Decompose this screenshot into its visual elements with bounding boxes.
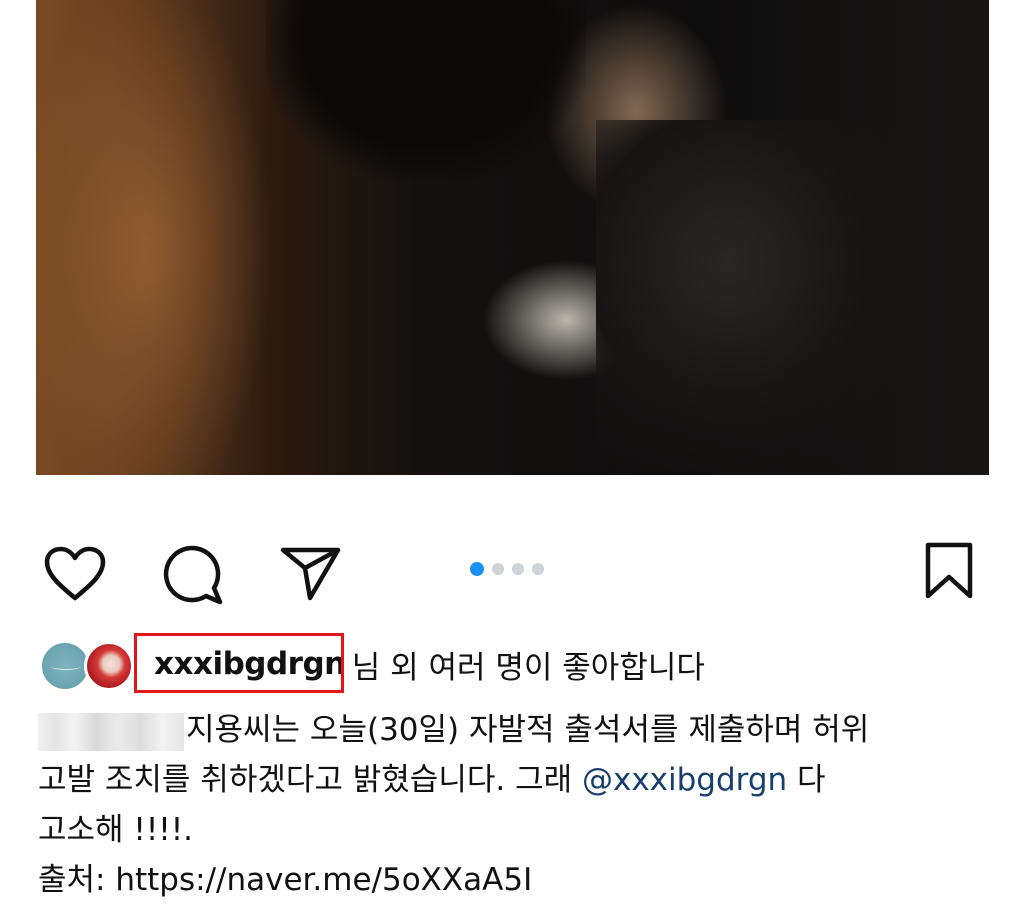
carousel-indicator	[470, 562, 544, 576]
caption-line: 지용씨는 오늘(30일) 자발적 출석서를 제출하며 허위	[38, 705, 988, 755]
post-caption: 지용씨는 오늘(30일) 자발적 출석서를 제출하며 허위 고발 조치를 취하겠…	[38, 705, 988, 905]
carousel-dot-active	[470, 562, 484, 576]
photo-shading	[596, 120, 926, 475]
avatar	[40, 641, 90, 691]
carousel-dot	[512, 563, 524, 575]
avatar	[84, 641, 134, 691]
username-highlight-box	[134, 633, 344, 693]
post-photo[interactable]	[36, 0, 989, 475]
caption-line: 고발 조치를 취하겠다고 밝혔습니다. 그래 @xxxibgdrgn 다	[38, 762, 826, 798]
send-icon[interactable]	[280, 546, 342, 602]
likes-summary-text[interactable]: 님 외 여러 명이 좋아합니다	[352, 642, 705, 687]
caption-line: 고소해 !!!!.	[38, 812, 193, 848]
carousel-dot	[492, 563, 504, 575]
bookmark-icon[interactable]	[924, 542, 974, 600]
caption-source-line[interactable]: 출처: https://naver.me/5oXXaA5I	[38, 855, 988, 905]
comment-icon[interactable]	[162, 544, 224, 606]
heart-icon[interactable]	[44, 546, 106, 602]
blurred-author-name[interactable]	[38, 712, 184, 751]
carousel-dot	[532, 563, 544, 575]
mention-link[interactable]: @xxxibgdrgn	[582, 762, 787, 798]
photo-shading	[266, 0, 586, 180]
liker-avatars[interactable]	[40, 638, 140, 691]
